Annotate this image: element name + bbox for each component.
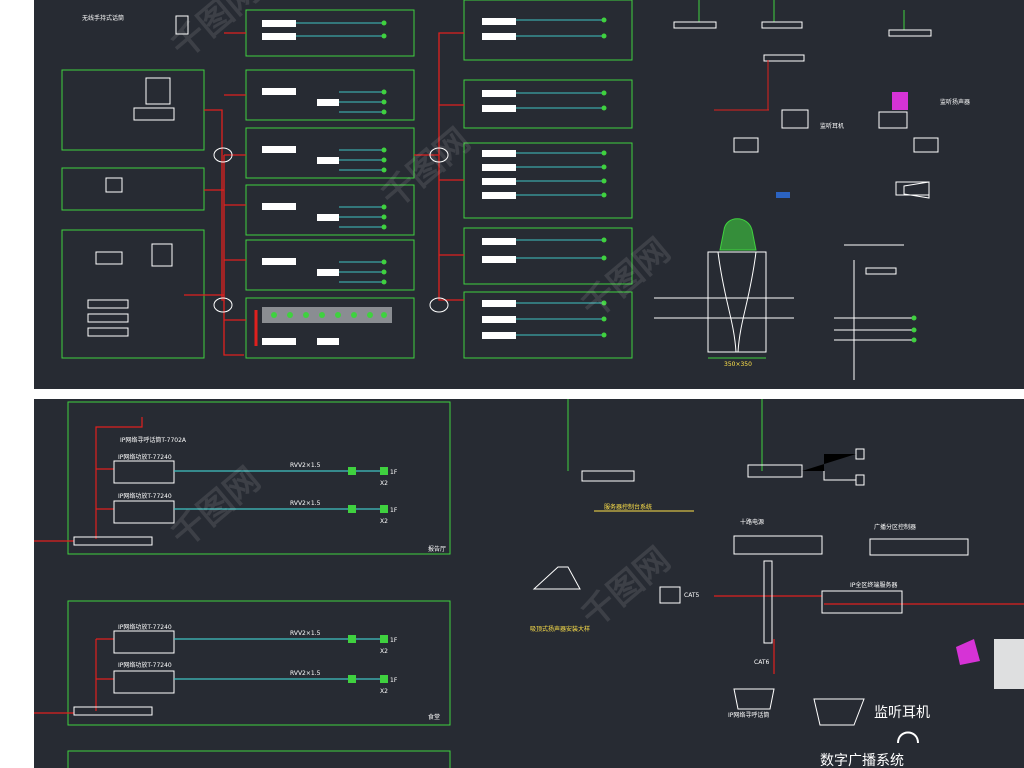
paging-mic-label: IP网络寻呼话筒T-7702A [120,436,187,444]
cat6-label: CAT6 [754,659,769,666]
svg-text:千图网: 千图网 [574,231,678,327]
svg-text:千图网: 千图网 [374,121,478,217]
cable-label-2: RVV2×1.5 [290,500,321,507]
cat5-label: CAT5 [684,592,699,599]
earphone-icon [897,731,919,744]
monitor-earphone-big-label: 监听耳机 [874,705,930,721]
svg-text:千图网: 千图网 [164,0,268,67]
x2-label-4: X2 [380,688,388,695]
paging-station-label: IP网络寻呼话筒 [728,711,769,719]
console-devices [87,15,189,337]
bottom-schematic-panel: IP网络寻呼话筒T-7702A IP网络功放T-77240 IP网络功放T-77… [34,399,1024,768]
cable-label-4: RVV2×1.5 [290,670,321,677]
svg-text:千图网: 千图网 [574,540,678,636]
x2-label-1: X2 [380,480,388,487]
installation-detail: 350×350 [654,218,794,368]
paging-wiring [34,417,1024,714]
bottom-title: 数字广播系统 [820,753,904,768]
partition-label: 广播分区控制器 [874,523,916,531]
watermark: 千图网 千图网 千图网 [164,0,678,327]
amp-label-4: IP网络功放T-77240 [118,661,172,669]
legend-devices [673,0,939,198]
amp-label-1: IP网络功放T-77240 [118,453,172,461]
monitor-speaker-label: 监听扬声器 [940,98,970,106]
room-label-1: 报告厅 [428,545,446,553]
control-system [532,399,1024,726]
svg-text:千图网: 千图网 [164,460,268,556]
floor-label-1: 1F [390,469,398,476]
watermark-bottom: 千图网 千图网 [164,460,678,636]
lobby-label: 服务器控制台系统 [604,503,652,511]
cable-label-3: RVV2×1.5 [290,630,321,637]
speaker-install-label: 吸顶式扬声器安装大样 [530,625,590,633]
room-label-2: 食堂 [428,713,440,721]
tenth-amp-label: 十路电源 [740,518,764,526]
server-label: IP全区终端服务器 [850,581,897,589]
wireless-mic-label: 无线手持式话筒 [82,14,124,22]
dim-label: 350×350 [724,361,752,368]
floor-label-3: 1F [390,637,398,644]
cable-label-1: RVV2×1.5 [290,462,321,469]
top-schematic: 350×350 无线手持式话筒 监听扬声器 监听耳机 千图网 千图网 千图网 [61,0,970,380]
amp-label-2: IP网络功放T-77240 [118,492,172,500]
floor-label-2: 1F [390,507,398,514]
floor-label-4: 1F [390,677,398,684]
monitor-earphone-label: 监听耳机 [820,122,844,130]
x2-label-3: X2 [380,648,388,655]
bottom-schematic: IP网络寻呼话筒T-7702A IP网络功放T-77240 IP网络功放T-77… [34,399,1024,768]
left-group-boxes [61,0,633,359]
top-schematic-panel: 350×350 无线手持式话筒 监听扬声器 监听耳机 千图网 千图网 千图网 [34,0,1024,389]
right-column-devices [834,181,930,380]
x2-label-2: X2 [380,518,388,525]
amp-label-3: IP网络功放T-77240 [118,623,172,631]
